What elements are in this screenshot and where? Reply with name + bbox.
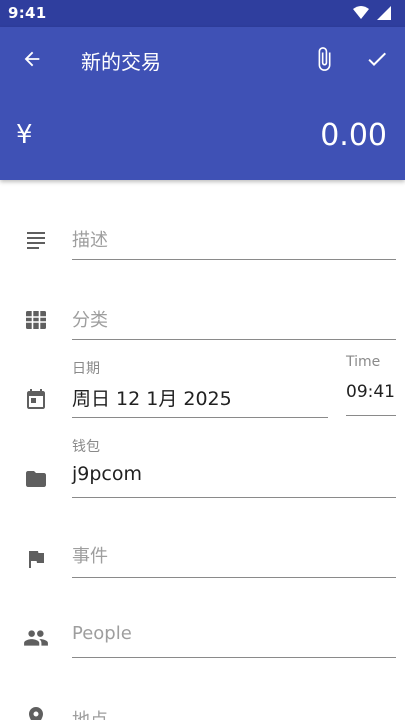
location-field[interactable]: 地点 (72, 696, 396, 720)
date-field[interactable]: 日期 周日 12 1月 2025 (72, 350, 328, 418)
description-placeholder: 描述 (72, 230, 108, 251)
date-value: 周日 12 1月 2025 (72, 388, 232, 410)
time-label: Time (346, 354, 381, 370)
wallet-field[interactable]: 钱包 j9pcom (72, 430, 396, 498)
arrow-back-icon (24, 51, 40, 67)
event-field[interactable]: 事件 (72, 536, 396, 578)
flag-icon (22, 545, 50, 573)
time-value: 09:41 (346, 382, 395, 402)
calendar-icon (22, 385, 50, 413)
check-icon (368, 52, 386, 66)
people-placeholder: People (72, 623, 132, 644)
page-title: 新的交易 (81, 50, 161, 74)
people-icon (22, 624, 50, 652)
folder-icon (22, 465, 50, 493)
description-field[interactable]: 描述 (72, 218, 396, 260)
amount-value[interactable]: 0.00 (320, 118, 387, 153)
category-field[interactable]: 分类 (72, 298, 396, 340)
time-field[interactable]: Time 09:41 (346, 350, 396, 416)
wallet-value: j9pcom (72, 463, 143, 485)
back-button[interactable] (12, 39, 52, 79)
location-pin-icon (22, 703, 50, 720)
paperclip-icon (318, 47, 331, 71)
status-bar: 9:41 (0, 0, 405, 27)
wallet-label: 钱包 (72, 439, 100, 455)
status-time: 9:41 (8, 4, 47, 22)
notes-icon (22, 226, 50, 254)
signal-wifi-icon (353, 6, 391, 20)
event-placeholder: 事件 (72, 546, 108, 567)
people-field[interactable]: People (72, 617, 396, 658)
location-placeholder: 地点 (72, 706, 108, 720)
currency-symbol[interactable]: ¥ (16, 120, 33, 150)
category-placeholder: 分类 (72, 310, 108, 331)
date-label: 日期 (72, 361, 100, 377)
attach-button[interactable] (304, 39, 344, 79)
save-button[interactable] (357, 39, 397, 79)
app-header: 新的交易 ¥ 0.00 (0, 27, 405, 180)
grid-icon (22, 306, 50, 334)
